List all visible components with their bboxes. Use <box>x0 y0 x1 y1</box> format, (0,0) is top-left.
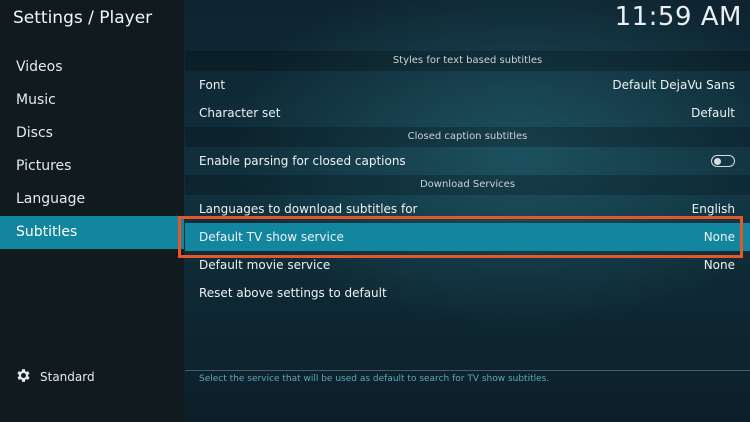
cc-parsing-toggle[interactable] <box>711 155 735 167</box>
setting-character-set-value: Default <box>691 106 735 120</box>
settings-list: Styles for text based subtitles Font Def… <box>185 51 750 307</box>
setting-font-label: Font <box>199 78 226 92</box>
setting-default-movie-service-label: Default movie service <box>199 258 331 272</box>
sidebar-item-discs[interactable]: Discs <box>0 117 184 150</box>
sidebar: Settings / Player Videos Music Discs Pic… <box>0 0 184 422</box>
setting-reset-defaults-label: Reset above settings to default <box>199 286 387 300</box>
settings-level-button[interactable]: Standard <box>15 368 95 386</box>
setting-download-languages-label: Languages to download subtitles for <box>199 202 418 216</box>
setting-default-tv-service-value: None <box>703 230 735 244</box>
sidebar-item-pictures[interactable]: Pictures <box>0 150 184 183</box>
setting-default-tv-service-label: Default TV show service <box>199 230 344 244</box>
setting-default-movie-service-value: None <box>703 258 735 272</box>
setting-character-set-label: Character set <box>199 106 281 120</box>
setting-default-tv-service[interactable]: Default TV show service None <box>185 223 750 251</box>
settings-level-label: Standard <box>40 370 95 384</box>
page-title: Settings / Player <box>13 8 153 28</box>
setting-cc-parsing-label: Enable parsing for closed captions <box>199 154 406 168</box>
gear-icon <box>15 367 32 387</box>
section-header-text-subtitles: Styles for text based subtitles <box>185 51 750 71</box>
section-header-closed-captions: Closed caption subtitles <box>185 127 750 147</box>
setting-default-movie-service[interactable]: Default movie service None <box>185 251 750 279</box>
setting-download-languages[interactable]: Languages to download subtitles for Engl… <box>185 195 750 223</box>
sidebar-item-subtitles[interactable]: Subtitles <box>0 216 184 249</box>
footer-divider <box>185 370 750 371</box>
section-header-download-services: Download Services <box>185 175 750 195</box>
sidebar-item-music[interactable]: Music <box>0 84 184 117</box>
sidebar-item-language[interactable]: Language <box>0 183 184 216</box>
setting-character-set[interactable]: Character set Default <box>185 99 750 127</box>
sidebar-item-videos[interactable]: Videos <box>0 51 184 84</box>
setting-description: Select the service that will be used as … <box>199 374 550 384</box>
setting-reset-defaults[interactable]: Reset above settings to default <box>185 279 750 307</box>
sidebar-nav: Videos Music Discs Pictures Language Sub… <box>0 51 184 249</box>
clock: 11:59 AM <box>614 2 742 32</box>
setting-cc-parsing[interactable]: Enable parsing for closed captions <box>185 147 750 175</box>
setting-download-languages-value: English <box>691 202 735 216</box>
setting-font-value: Default DejaVu Sans <box>612 78 735 92</box>
setting-font[interactable]: Font Default DejaVu Sans <box>185 71 750 99</box>
